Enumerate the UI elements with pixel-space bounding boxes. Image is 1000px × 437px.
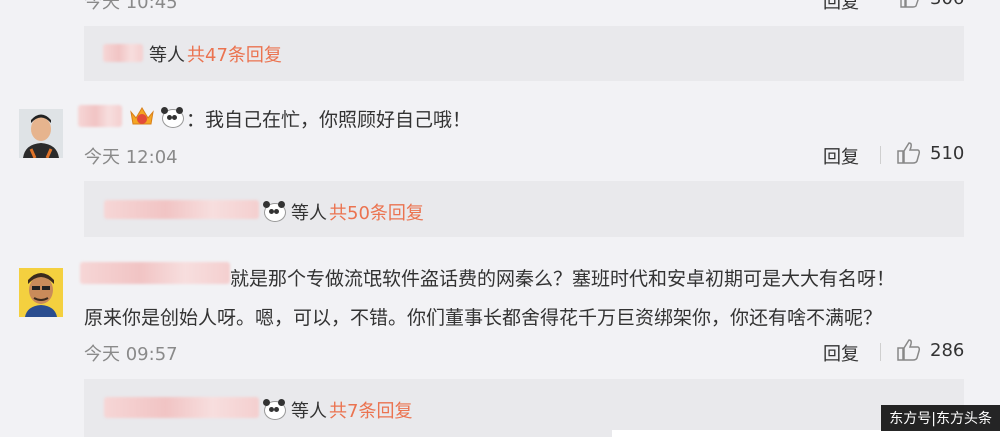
reply-thread-summary[interactable]: 等人 共47条回复 xyxy=(149,41,282,67)
reply-thread-suffix: 等人 xyxy=(149,45,185,66)
comment-text-line1: 就是那个专做流氓软件盗话费的网秦么？塞班时代和安卓初期可是大大有名呀！ xyxy=(230,268,896,290)
action-divider xyxy=(880,343,881,361)
panda-emoji-icon xyxy=(262,200,286,222)
blurred-username xyxy=(104,200,259,219)
panda-emoji-icon xyxy=(262,398,286,420)
comment-time: 今天 12:04 xyxy=(84,147,178,168)
panda-emoji-icon xyxy=(160,106,184,128)
reply-thread-count[interactable]: 共7条回复 xyxy=(329,397,412,423)
blurred-username xyxy=(103,44,143,62)
blurred-username xyxy=(78,105,122,127)
prev-like-icon[interactable] xyxy=(900,0,920,12)
thumbs-up-icon[interactable] xyxy=(897,142,921,168)
reply-thread-suffix: 等人 xyxy=(291,401,327,422)
comment-text-line2: 原来你是创始人呀。嗯，可以，不错。你们董事长都舍得花千万巨资绑架你，你还有啥不满… xyxy=(84,307,883,329)
reply-thread-count[interactable]: 共50条回复 xyxy=(329,199,424,225)
watermark: 东方号|东方头条 xyxy=(881,405,1000,431)
avatar[interactable] xyxy=(19,268,63,317)
reply-thread-count[interactable]: 共47条回复 xyxy=(187,41,282,67)
reply-thread-summary[interactable]: 等人 共7条回复 xyxy=(291,397,412,423)
action-divider xyxy=(880,146,881,164)
crown-emoji-icon xyxy=(128,104,156,132)
like-count: 286 xyxy=(930,340,965,361)
prev-reply-button[interactable]: 回复 xyxy=(823,0,859,14)
reply-thread-summary[interactable]: 等人 共50条回复 xyxy=(291,199,424,225)
blurred-username xyxy=(104,397,259,418)
blurred-username xyxy=(80,262,230,284)
prev-like-count: 306 xyxy=(930,0,964,9)
reply-button[interactable]: 回复 xyxy=(823,143,859,169)
comment-text: ：我自己在忙，你照顾好自己哦！ xyxy=(186,109,472,131)
comment-time: 今天 09:57 xyxy=(84,344,178,365)
like-count: 510 xyxy=(930,143,965,164)
reply-button[interactable]: 回复 xyxy=(823,340,859,366)
reply-thread-suffix: 等人 xyxy=(291,203,327,224)
avatar[interactable] xyxy=(19,109,63,158)
prev-comment-time: 今天 10:45 xyxy=(84,0,178,13)
bottom-overlay xyxy=(612,430,1000,437)
thumbs-up-icon[interactable] xyxy=(897,339,921,365)
